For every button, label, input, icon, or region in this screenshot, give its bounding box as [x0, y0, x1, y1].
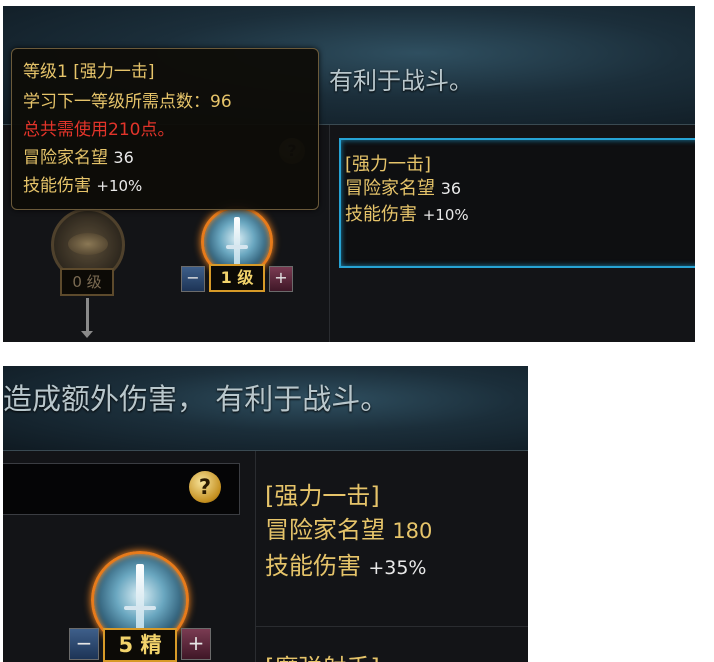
skill-level-decrease-button[interactable]: −	[181, 266, 205, 292]
bottom-row-divider	[256, 626, 528, 627]
sword-hilt	[226, 245, 248, 249]
bottom-skill-damage: 技能伤害 +35%	[265, 546, 426, 581]
bottom-fame-value: 180	[392, 519, 433, 543]
sword-icon-large	[136, 564, 144, 636]
fame-label: 冒险家名望	[345, 178, 435, 199]
tooltip-damage: 技能伤害 +10%	[23, 171, 142, 196]
damage-label: 技能伤害	[345, 204, 417, 225]
tooltip-fame-label: 冒险家名望	[23, 148, 108, 168]
bottom-skill-panel: 造成额外伤害， 有利于战斗。 ? − 5 精 + [强力一击] 冒险家名望 18…	[3, 366, 528, 662]
skill-tree-arrow-icon	[81, 331, 93, 338]
bottom-damage-label: 技能伤害	[265, 552, 361, 580]
tooltip-fame-value: 36	[113, 148, 134, 167]
bottom-skill-fame: 冒险家名望 180	[265, 510, 432, 545]
bottom-skill-title: [强力一击]	[265, 482, 380, 510]
tooltip-level-line: 等级1 [强力一击]	[23, 62, 155, 82]
bottom-fame-label: 冒险家名望	[265, 516, 385, 544]
top-banner-text: 有利于战斗。	[329, 67, 473, 95]
tooltip-next-points: 学习下一等级所需点数：96	[23, 92, 232, 112]
bottom-damage-value: +35%	[368, 557, 427, 579]
skill-level-display-large: 5 精	[103, 628, 177, 662]
bottom-description-banner: 造成额外伤害， 有利于战斗。	[3, 366, 528, 451]
skill-info-box: [强力一击] 冒险家名望 36 技能伤害 +10%	[339, 138, 695, 268]
bottom-column-divider	[255, 451, 256, 662]
skill-tooltip: 等级1 [强力一击] 学习下一等级所需点数：96 总共需使用210点。 冒险家名…	[11, 48, 319, 210]
skill-tree-connector	[86, 298, 89, 332]
top-skill-panel: 有利于战斗。 ? 0 级 − 1 级 + [强力一击] 冒险家名望 36 技能伤…	[3, 6, 695, 342]
sword-hilt-large	[124, 606, 156, 610]
tooltip-damage-value: +10%	[96, 177, 143, 195]
tooltip-total-points: 总共需使用210点。	[23, 120, 175, 140]
skill-info-title: [强力一击]	[345, 154, 432, 175]
damage-value: +10%	[422, 206, 469, 224]
tooltip-damage-label: 技能伤害	[23, 176, 91, 196]
tooltip-fame: 冒险家名望 36	[23, 143, 134, 168]
skill-level-increase-button[interactable]: +	[269, 266, 293, 292]
next-skill-title-partial: [魔弹射手]	[265, 648, 380, 662]
skill-level-decrease-button-large[interactable]: −	[69, 628, 99, 660]
top-column-divider	[329, 125, 330, 342]
skill-level-increase-button-large[interactable]: +	[181, 628, 211, 660]
bottom-banner-text: 造成额外伤害， 有利于战斗。	[3, 382, 390, 416]
sword-icon	[234, 217, 240, 267]
fireball-icon	[68, 233, 108, 255]
fame-value: 36	[440, 179, 462, 198]
skill-info-damage: 技能伤害 +10%	[345, 200, 469, 226]
skill-level-display: 1 级	[209, 264, 265, 292]
bottom-help-icon[interactable]: ?	[189, 471, 221, 503]
locked-skill-level: 0 级	[60, 268, 114, 296]
skill-info-fame: 冒险家名望 36	[345, 174, 461, 200]
